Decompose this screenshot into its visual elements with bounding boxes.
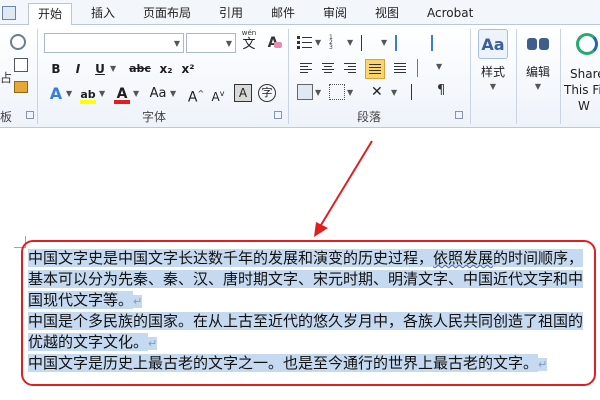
annotation-highlight-box [21,240,596,386]
